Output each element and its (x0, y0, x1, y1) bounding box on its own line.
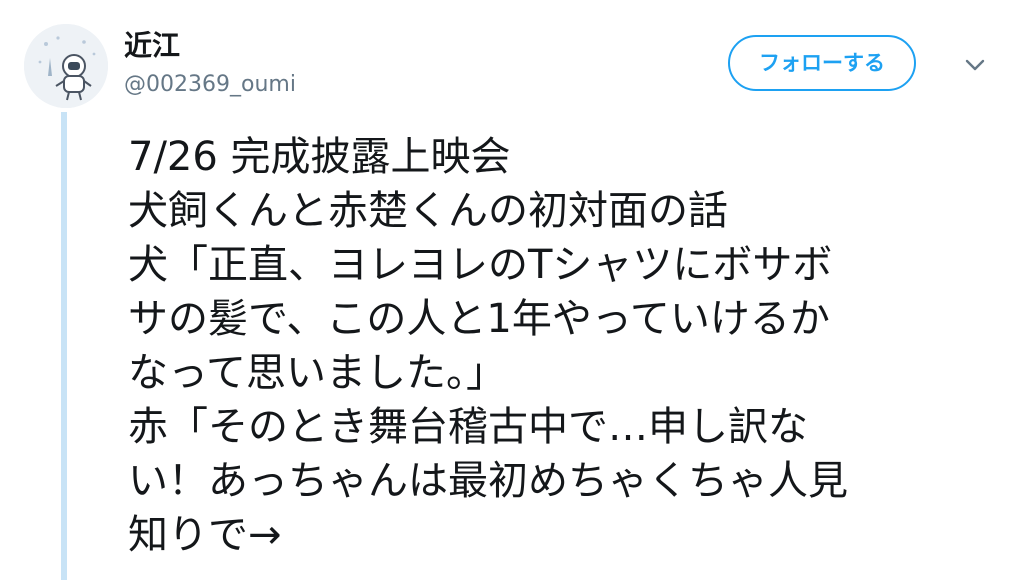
astronaut-avatar-icon (24, 24, 108, 108)
tweet-text-line: 知りで→ (128, 512, 282, 558)
tweet-text: 7/26 完成披露上映会 犬飼くんと赤楚くんの初対面の話 犬「正直、ヨレヨレのT… (128, 130, 988, 562)
tweet-text-line: なって思いました。」 (128, 350, 506, 396)
tweet-text-line: 犬飼くんと赤楚くんの初対面の話 (128, 188, 728, 234)
tweet-text-line: い！あっちゃんは最初めちゃくちゃ人見 (128, 458, 848, 504)
username-handle[interactable]: @002369_oumi (124, 70, 296, 100)
follow-button[interactable]: フォローする (728, 35, 916, 91)
display-name[interactable]: 近江 (124, 28, 180, 64)
thread-connector-line (61, 112, 67, 580)
tweet-text-line: 犬「正直、ヨレヨレのTシャツにボサボ (128, 242, 833, 288)
tweet-text-line: 赤「そのとき舞台稽古中で…申し訳な (128, 404, 808, 450)
chevron-down-icon (965, 59, 985, 71)
tweet-menu-button[interactable] (958, 48, 992, 82)
tweet-text-line: サの髪で、この人と1年やっていけるか (128, 296, 830, 342)
tweet-text-line: 7/26 完成披露上映会 (128, 134, 511, 180)
avatar[interactable] (24, 24, 108, 108)
